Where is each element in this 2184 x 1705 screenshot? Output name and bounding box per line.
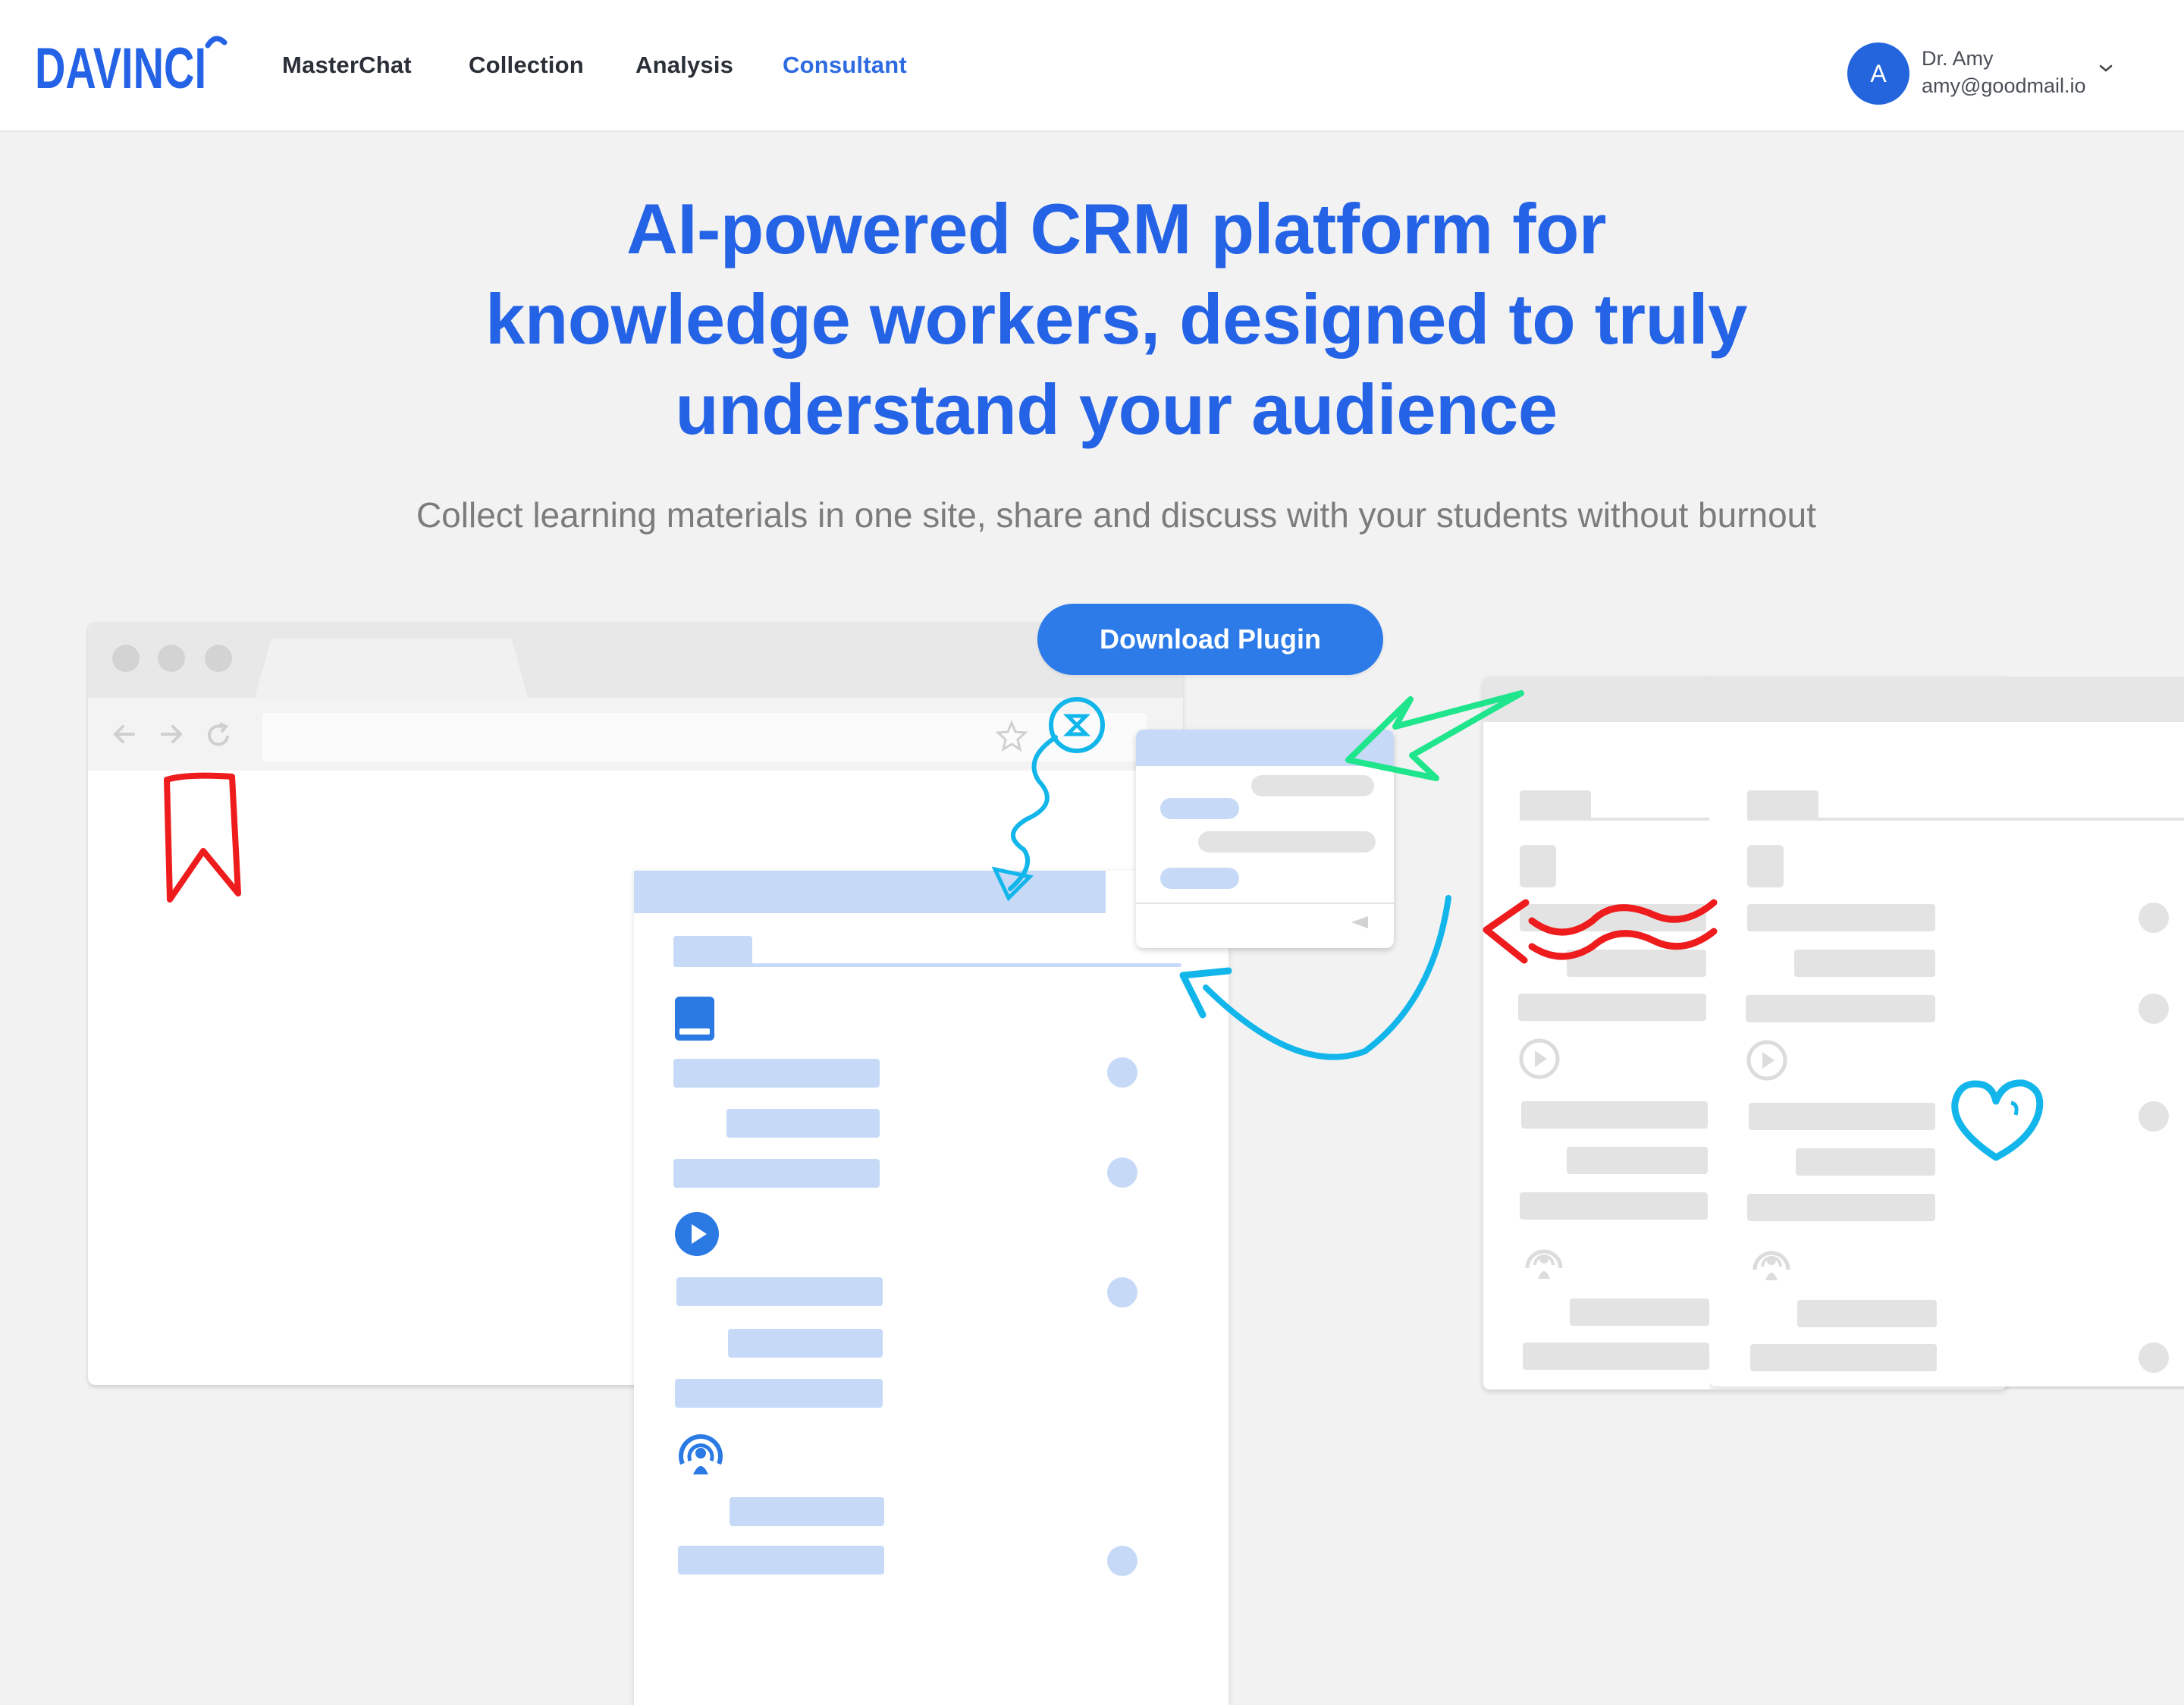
- placeholder-bar: [1523, 1342, 1709, 1370]
- placeholder-bubble: [1160, 798, 1239, 819]
- divider-line: [673, 963, 1181, 967]
- play-icon: [1519, 1038, 1560, 1079]
- gray-panel-illustration: [1709, 677, 2184, 1386]
- placeholder-bubble: [1198, 831, 1376, 852]
- placeholder-bar: [1794, 950, 1935, 977]
- placeholder-dot: [2138, 1342, 2169, 1373]
- placeholder-dot: [1107, 1277, 1138, 1308]
- download-plugin-button[interactable]: Download Plugin: [1037, 604, 1383, 675]
- podcast-icon: [1525, 1249, 1563, 1279]
- hero-title: AI-powered CRM platform for knowledge wo…: [0, 184, 2184, 454]
- back-arrow-icon: [113, 725, 135, 743]
- play-icon: [1746, 1040, 1787, 1081]
- placeholder-bar: [1520, 1192, 1708, 1220]
- play-icon: [675, 1212, 719, 1256]
- red-zigzag-arrow-icon: [1483, 899, 1718, 964]
- hero-subtitle: Collect learning materials in one site, …: [416, 495, 1817, 535]
- chevron-down-icon[interactable]: [2098, 62, 2114, 78]
- placeholder-bubble: [1160, 868, 1239, 889]
- hero-title-line-1: AI-powered CRM platform for: [626, 189, 1607, 268]
- nav-collection[interactable]: Collection: [469, 52, 584, 79]
- placeholder-bar: [676, 1277, 883, 1306]
- window-dot: [205, 645, 232, 672]
- book-icon: [1520, 845, 1556, 887]
- placeholder-bar: [673, 1159, 880, 1188]
- davinci-logo[interactable]: DAVINCI: [35, 29, 232, 101]
- placeholder-dot: [2138, 903, 2169, 933]
- window-dot: [112, 645, 140, 672]
- svg-text:DAVINCI: DAVINCI: [35, 36, 206, 97]
- placeholder-bar: [1747, 904, 1935, 931]
- green-arrow-icon: [1345, 690, 1524, 781]
- nav-consultant[interactable]: Consultant: [783, 52, 907, 79]
- placeholder-bar: [728, 1329, 883, 1358]
- gray-panel-clip: [1709, 677, 2184, 1389]
- placeholder-dot: [1107, 1057, 1138, 1088]
- placeholder-bar: [1747, 790, 1818, 821]
- browser-tab: [255, 639, 528, 698]
- user-avatar[interactable]: A: [1847, 42, 1909, 105]
- placeholder-bar: [1518, 994, 1706, 1021]
- placeholder-bar: [675, 1379, 883, 1408]
- hourglass-squiggle-arrow-icon: [991, 697, 1105, 902]
- placeholder-bar: [673, 936, 752, 966]
- hero-title-line-3: understand your audience: [675, 369, 1558, 449]
- podcast-icon: [1753, 1251, 1790, 1280]
- refresh-icon: [208, 722, 229, 746]
- placeholder-bar: [730, 1497, 884, 1526]
- placeholder-dot: [1107, 1546, 1138, 1576]
- nav-analysis[interactable]: Analysis: [635, 52, 733, 79]
- curved-arrow-icon: [1179, 895, 1451, 1060]
- placeholder-dot: [2138, 1101, 2169, 1132]
- placeholder-bar: [1746, 995, 1935, 1022]
- placeholder-bar: [1747, 1194, 1935, 1221]
- placeholder-bar: [726, 1109, 880, 1138]
- placeholder-bar: [1567, 1147, 1708, 1174]
- placeholder-bar: [1749, 1103, 1935, 1130]
- placeholder-dot: [1107, 1157, 1138, 1188]
- book-icon: [675, 997, 714, 1041]
- hero-title-line-2: knowledge workers, designed to truly: [485, 279, 1747, 359]
- placeholder-bar: [1750, 1344, 1937, 1371]
- bookmark-icon: [164, 772, 241, 903]
- placeholder-bar: [1520, 790, 1591, 821]
- placeholder-bar: [1521, 1101, 1708, 1129]
- user-email: amy@goodmail.io: [1922, 74, 2086, 97]
- browser-titlebar: [88, 622, 1183, 698]
- book-icon: [1747, 845, 1784, 887]
- placeholder-dot: [2138, 994, 2169, 1024]
- heart-icon: [1951, 1079, 2044, 1161]
- podcast-icon: [679, 1434, 723, 1474]
- placeholder-bar: [1570, 1298, 1709, 1326]
- top-navigation-bar: DAVINCI MasterChat Collection Analysis C…: [0, 0, 2184, 132]
- placeholder-bar: [673, 1059, 880, 1088]
- placeholder-bar: [678, 1546, 884, 1575]
- user-name: Dr. Amy: [1922, 47, 1994, 70]
- gray-panel-header: [1709, 677, 2184, 722]
- placeholder-bar: [1796, 1148, 1935, 1176]
- window-dot: [158, 645, 185, 672]
- nav-masterchat[interactable]: MasterChat: [282, 52, 412, 79]
- placeholder-bar: [1797, 1300, 1937, 1327]
- divider-line: [1747, 818, 2184, 821]
- forward-arrow-icon: [161, 725, 183, 743]
